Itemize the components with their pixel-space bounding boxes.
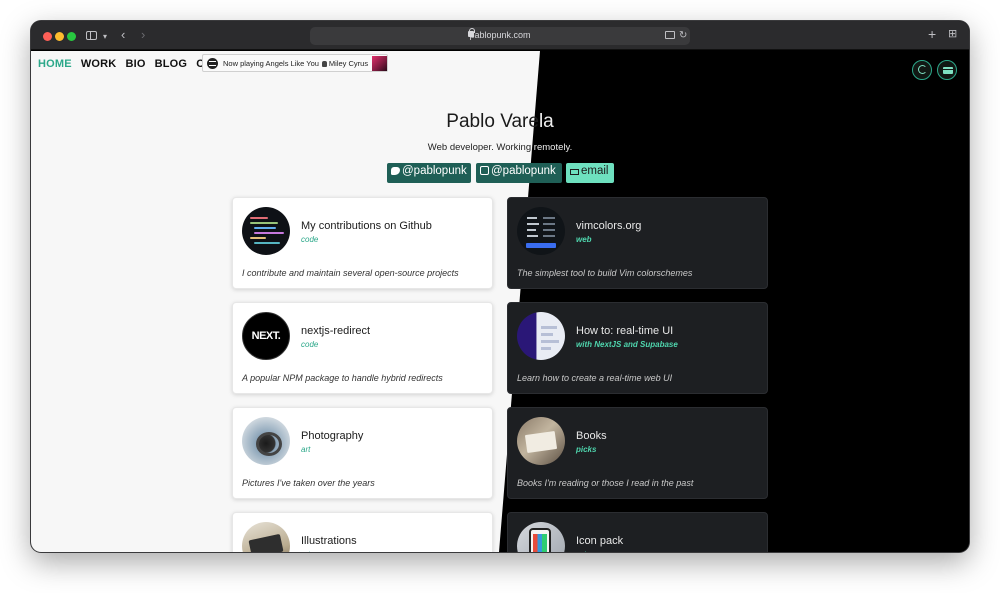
- card-tag: art: [301, 445, 311, 454]
- card-title: My contributions on Github: [301, 220, 432, 232]
- card-tag: code: [301, 235, 319, 244]
- card-description: The simplest tool to build Vim colorsche…: [517, 268, 693, 278]
- now-playing-artist: Miley Cyrus: [328, 59, 369, 68]
- card-illustrations[interactable]: Illustrations art: [232, 512, 493, 552]
- now-playing-song: Angels Like You: [265, 59, 319, 68]
- chevron-down-icon[interactable]: ▾: [103, 30, 107, 44]
- camera-thumbnail: [242, 417, 290, 465]
- card-title: vimcolors.org: [576, 220, 642, 232]
- close-window-button[interactable]: [43, 32, 52, 41]
- card-title: Illustrations: [301, 535, 357, 547]
- card-vimcolors[interactable]: vimcolors.org web The simplest tool to b…: [507, 197, 768, 289]
- instagram-handle: @pablopunk: [491, 165, 556, 177]
- card-description: A popular NPM package to handle hybrid r…: [242, 373, 443, 383]
- card-nextjs-redirect[interactable]: NEXT. nextjs-redirect code A popular NPM…: [232, 302, 493, 394]
- translate-icon[interactable]: [665, 31, 675, 39]
- card-title: nextjs-redirect: [301, 325, 371, 337]
- nav-work[interactable]: WORK: [81, 58, 117, 70]
- page-viewport: HOME WORK BIO BLOG CV Now playing Angels…: [31, 51, 969, 552]
- email-label: email: [581, 165, 609, 177]
- mail-icon: [570, 169, 579, 175]
- address-bar[interactable]: pablopunk.com ↻: [310, 27, 690, 45]
- card-view-button[interactable]: [937, 60, 957, 80]
- card-title: Photography: [301, 430, 364, 442]
- nav-home[interactable]: HOME: [38, 58, 72, 70]
- card-tag: art: [576, 550, 586, 552]
- vimcolors-thumbnail: [517, 207, 565, 255]
- twitter-link[interactable]: @pablopunk: [387, 163, 471, 183]
- card-tag: picks: [576, 445, 597, 454]
- moon-half-icon: [918, 65, 927, 74]
- new-tab-icon[interactable]: +: [928, 27, 936, 41]
- card-tag: code: [301, 340, 319, 349]
- email-link[interactable]: email: [566, 163, 614, 183]
- card-title: How to: real-time UI: [576, 325, 674, 337]
- illustrations-thumbnail: [242, 522, 290, 552]
- now-playing-label: Now playing: [223, 59, 264, 68]
- card-tag: web: [576, 235, 592, 244]
- sidebar-toggle-icon[interactable]: [86, 31, 97, 40]
- twitter-icon: [391, 167, 400, 175]
- main-nav: HOME WORK BIO BLOG CV: [38, 57, 221, 71]
- now-playing-text: Now playing Angels Like You Miley Cyrus: [223, 59, 368, 68]
- card-github[interactable]: My contributions on Github code I contri…: [232, 197, 493, 289]
- nextjs-logo: NEXT.: [251, 330, 281, 342]
- card-tag: art: [301, 550, 310, 552]
- page-title: Pablo Varela: [446, 111, 554, 132]
- icon-pack-thumbnail: [517, 522, 565, 552]
- nav-bio[interactable]: BIO: [125, 58, 145, 70]
- realtime-ui-thumbnail: [517, 312, 565, 360]
- nav-blog[interactable]: BLOG: [155, 58, 188, 70]
- zoom-window-button[interactable]: [67, 32, 76, 41]
- now-playing-widget[interactable]: Now playing Angels Like You Miley Cyrus: [202, 54, 388, 72]
- tab-overview-icon[interactable]: ⊞: [948, 27, 957, 41]
- minimize-window-button[interactable]: [55, 32, 64, 41]
- card-description: Books I'm reading or those I read in the…: [517, 478, 694, 488]
- card-photography[interactable]: Photography art Pictures I've taken over…: [232, 407, 493, 499]
- code-thumbnail: [242, 207, 290, 255]
- nextjs-logo-thumbnail: NEXT.: [242, 312, 290, 360]
- credit-card-icon: [943, 67, 953, 74]
- card-books[interactable]: Books picks Books I'm reading or those I…: [507, 407, 768, 499]
- card-title: Icon pack: [576, 535, 624, 547]
- card-tag: with NextJS and Supabase: [576, 340, 678, 349]
- card-title: Books: [576, 430, 607, 442]
- album-art: [372, 56, 387, 71]
- forward-icon[interactable]: ›: [141, 28, 145, 42]
- card-description: I contribute and maintain several open-s…: [242, 268, 459, 278]
- theme-toggle-button[interactable]: [912, 60, 932, 80]
- card-realtime-ui[interactable]: How to: real-time UI with NextJS and Sup…: [507, 302, 768, 394]
- artist-icon: [321, 61, 327, 67]
- instagram-icon: [480, 166, 489, 175]
- address-bar-url: pablopunk.com: [469, 30, 531, 40]
- browser-titlebar: ▾ ‹ › pablopunk.com ↻ + ⊞: [31, 21, 969, 50]
- books-thumbnail: [517, 417, 565, 465]
- reload-icon[interactable]: ↻: [679, 30, 687, 41]
- card-description: Pictures I've taken over the years: [242, 478, 375, 488]
- back-icon[interactable]: ‹: [121, 28, 125, 42]
- browser-window: ▾ ‹ › pablopunk.com ↻ + ⊞ HOME WORK BIO …: [31, 21, 969, 552]
- page-subtitle: Web developer. Working remotely.: [427, 142, 573, 153]
- card-icon-pack[interactable]: Icon pack art: [507, 512, 768, 552]
- card-description: Learn how to create a real-time web UI: [517, 373, 673, 383]
- spotify-icon: [207, 58, 218, 69]
- twitter-handle: @pablopunk: [402, 165, 467, 177]
- instagram-link[interactable]: @pablopunk: [476, 163, 562, 183]
